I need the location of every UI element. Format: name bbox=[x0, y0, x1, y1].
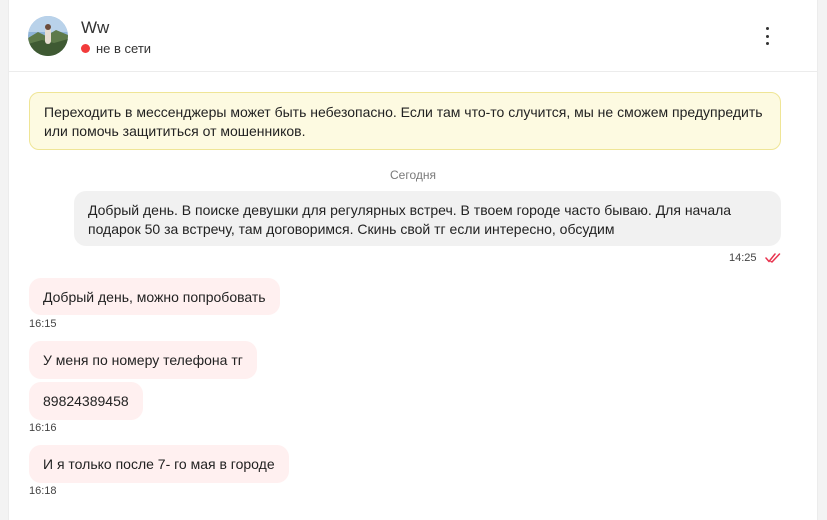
status-text: не в сети bbox=[96, 41, 152, 56]
status: не в сети bbox=[81, 41, 151, 56]
message-time: 16:15 bbox=[29, 318, 57, 330]
message-time: 16:18 bbox=[29, 485, 57, 497]
avatar-image bbox=[28, 16, 68, 56]
incoming-message: У меня по номеру телефона тг bbox=[29, 341, 257, 379]
incoming-message: И я только после 7- го мая в городе bbox=[29, 445, 289, 483]
message-time: 16:16 bbox=[29, 422, 57, 434]
incoming-message: Добрый день, можно попробовать bbox=[29, 278, 280, 315]
double-check-icon bbox=[765, 253, 781, 263]
message-time: 14:25 bbox=[729, 252, 757, 264]
chat-header: Ww не в сети bbox=[9, 0, 817, 72]
outgoing-message: Добрый день. В поиске девушки для регуля… bbox=[74, 191, 781, 246]
safety-warning-banner: Переходить в мессенджеры может быть небе… bbox=[29, 92, 781, 150]
day-separator: Сегодня bbox=[390, 168, 436, 182]
contact-name[interactable]: Ww bbox=[81, 18, 109, 38]
chat-panel: Ww не в сети Переходить в мессенджеры мо… bbox=[8, 0, 818, 520]
offline-dot-icon bbox=[81, 44, 90, 53]
avatar[interactable] bbox=[28, 16, 68, 56]
kebab-menu-icon bbox=[765, 27, 769, 30]
incoming-message: 89824389458 bbox=[29, 382, 143, 420]
more-options-button[interactable] bbox=[759, 27, 775, 45]
